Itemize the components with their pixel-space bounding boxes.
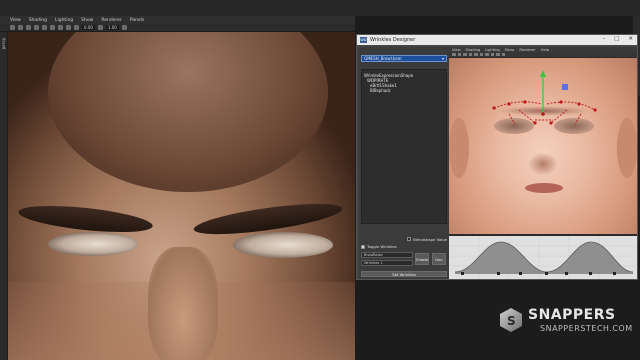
toggle-wrinkles-label: Toggle Wrinkles xyxy=(367,244,397,249)
gamma-icon[interactable] xyxy=(97,25,103,30)
manipulator-y-arrow-icon[interactable] xyxy=(540,70,546,77)
snappers-brand: SNAPPERS xyxy=(528,307,616,323)
menu-lighting[interactable]: Lighting xyxy=(55,18,73,23)
manipulator-z-handle[interactable] xyxy=(562,84,568,90)
face-eye-left xyxy=(48,232,138,256)
gamma-field[interactable]: 1.00 xyxy=(105,25,119,30)
snappers-logo-glyph: S xyxy=(507,314,516,328)
face-forehead xyxy=(48,32,328,192)
mesh-dropdown[interactable]: GMESH_Browl.bsm ▾ xyxy=(361,55,447,62)
wrinkle-map-select[interactable]: Wrinkles 1 xyxy=(361,260,413,266)
select-tool-icon[interactable] xyxy=(452,52,456,57)
snappers-logo: S SNAPPERS SNAPPERSTECH.COM xyxy=(500,302,632,338)
toggle-wrinkles-row: Toggle Wrinkles xyxy=(361,244,397,249)
blendshape-value-checkbox[interactable] xyxy=(407,237,412,241)
expression-select[interactable]: BrowRaise xyxy=(361,252,413,258)
grid-icon[interactable] xyxy=(479,52,483,57)
preview-menu-shading[interactable]: Shading xyxy=(466,48,481,52)
chevron-down-icon: ▾ xyxy=(441,56,444,61)
move-tool-icon[interactable] xyxy=(457,52,461,57)
menu-view[interactable]: View xyxy=(10,18,21,23)
snappers-url: SNAPPERSTECH.COM xyxy=(540,324,633,333)
camera-icon[interactable] xyxy=(474,52,478,57)
color-mgmt-icon[interactable] xyxy=(121,25,127,30)
window-titlebar[interactable]: WD Wrinkles Designer – □ ✕ xyxy=(357,35,637,45)
face-nose xyxy=(148,247,218,360)
preview-menu-help[interactable]: Help xyxy=(541,48,549,52)
minimize-button[interactable]: – xyxy=(602,36,605,42)
main-viewport[interactable] xyxy=(8,32,355,360)
face-texture-viewport[interactable] xyxy=(449,58,637,234)
grid-icon[interactable] xyxy=(18,25,23,30)
wrinkles-left-panel: GMESH_Browl.bsm ▾ WrinkleExpressionShape… xyxy=(359,47,449,279)
toggle-wrinkles-checkbox[interactable] xyxy=(361,244,365,249)
maya-left-strip: persp xyxy=(0,32,8,360)
preview-menu-lighting[interactable]: Lighting xyxy=(485,48,500,52)
rotate-tool-icon[interactable] xyxy=(463,52,467,57)
preview-toolbar xyxy=(449,52,637,57)
blendshape-value-label: Blendshape Value xyxy=(413,236,447,242)
maya-top-strip xyxy=(0,0,640,16)
preview-menu-renderer[interactable]: Renderer xyxy=(519,48,535,52)
curve-fill xyxy=(455,242,633,274)
face-eye-right xyxy=(233,232,333,258)
menu-renderer[interactable]: Renderer xyxy=(101,18,122,23)
isolate-icon[interactable] xyxy=(501,52,505,57)
set-wrinkles-button[interactable]: Set Wrinkles xyxy=(361,271,447,277)
texture-icon[interactable] xyxy=(42,25,47,30)
wireframe-icon[interactable] xyxy=(26,25,31,30)
scale-tool-icon[interactable] xyxy=(468,52,472,57)
viewport-label: persp xyxy=(1,38,6,50)
mesh-dropdown-value: GMESH_Browl.bsm xyxy=(364,56,402,61)
maya-panel-toolbar: 0.00 1.00 xyxy=(0,24,355,32)
isolate-icon[interactable] xyxy=(74,25,79,30)
shadow-icon[interactable] xyxy=(58,25,63,30)
menu-panels[interactable]: Panels xyxy=(130,18,144,23)
shaded-icon[interactable] xyxy=(34,25,39,30)
menu-shading[interactable]: Shading xyxy=(29,18,47,23)
create-button[interactable]: Create xyxy=(415,253,429,265)
wrinkle-curve-editor[interactable] xyxy=(449,236,637,279)
wrinkle-control-points[interactable] xyxy=(492,100,597,125)
maya-panel-menubar: View Shading Lighting Show Renderer Pane… xyxy=(0,16,355,24)
light-icon[interactable] xyxy=(496,52,500,57)
window-title: Wrinkles Designer xyxy=(370,37,416,43)
camera-icon[interactable] xyxy=(10,25,15,30)
texture-icon[interactable] xyxy=(490,52,494,57)
shaded-icon[interactable] xyxy=(485,52,489,57)
manipulator-overlay xyxy=(492,70,597,125)
close-button[interactable]: ✕ xyxy=(628,36,633,42)
screen: { "maya": { "menu": ["View", "Shading", … xyxy=(0,0,640,360)
light-icon[interactable] xyxy=(50,25,55,30)
maximize-button[interactable]: □ xyxy=(614,36,619,42)
curve-svg xyxy=(449,236,637,279)
xray-icon[interactable] xyxy=(66,25,71,30)
wrinkles-preview-panel: View Shading Lighting Show Renderer Help xyxy=(449,47,637,279)
app-icon: WD xyxy=(360,37,367,43)
menu-show[interactable]: Show xyxy=(81,18,93,23)
exposure-field[interactable]: 0.00 xyxy=(82,25,95,30)
wrinkle-tree-list[interactable]: WrinkleExpressionShape WDPIRHTE eBrtl1Sh… xyxy=(361,69,447,224)
wrinkles-designer-window: WD Wrinkles Designer – □ ✕ GMESH_Browl.b… xyxy=(356,34,638,280)
gen-button[interactable]: Gen xyxy=(432,253,446,265)
blendshape-value-row: Blendshape Value xyxy=(361,236,447,242)
tree-node[interactable]: BlBsphack xyxy=(364,88,444,93)
preview-menu-view[interactable]: View xyxy=(452,48,461,52)
preview-menu-show[interactable]: Show xyxy=(505,48,515,52)
